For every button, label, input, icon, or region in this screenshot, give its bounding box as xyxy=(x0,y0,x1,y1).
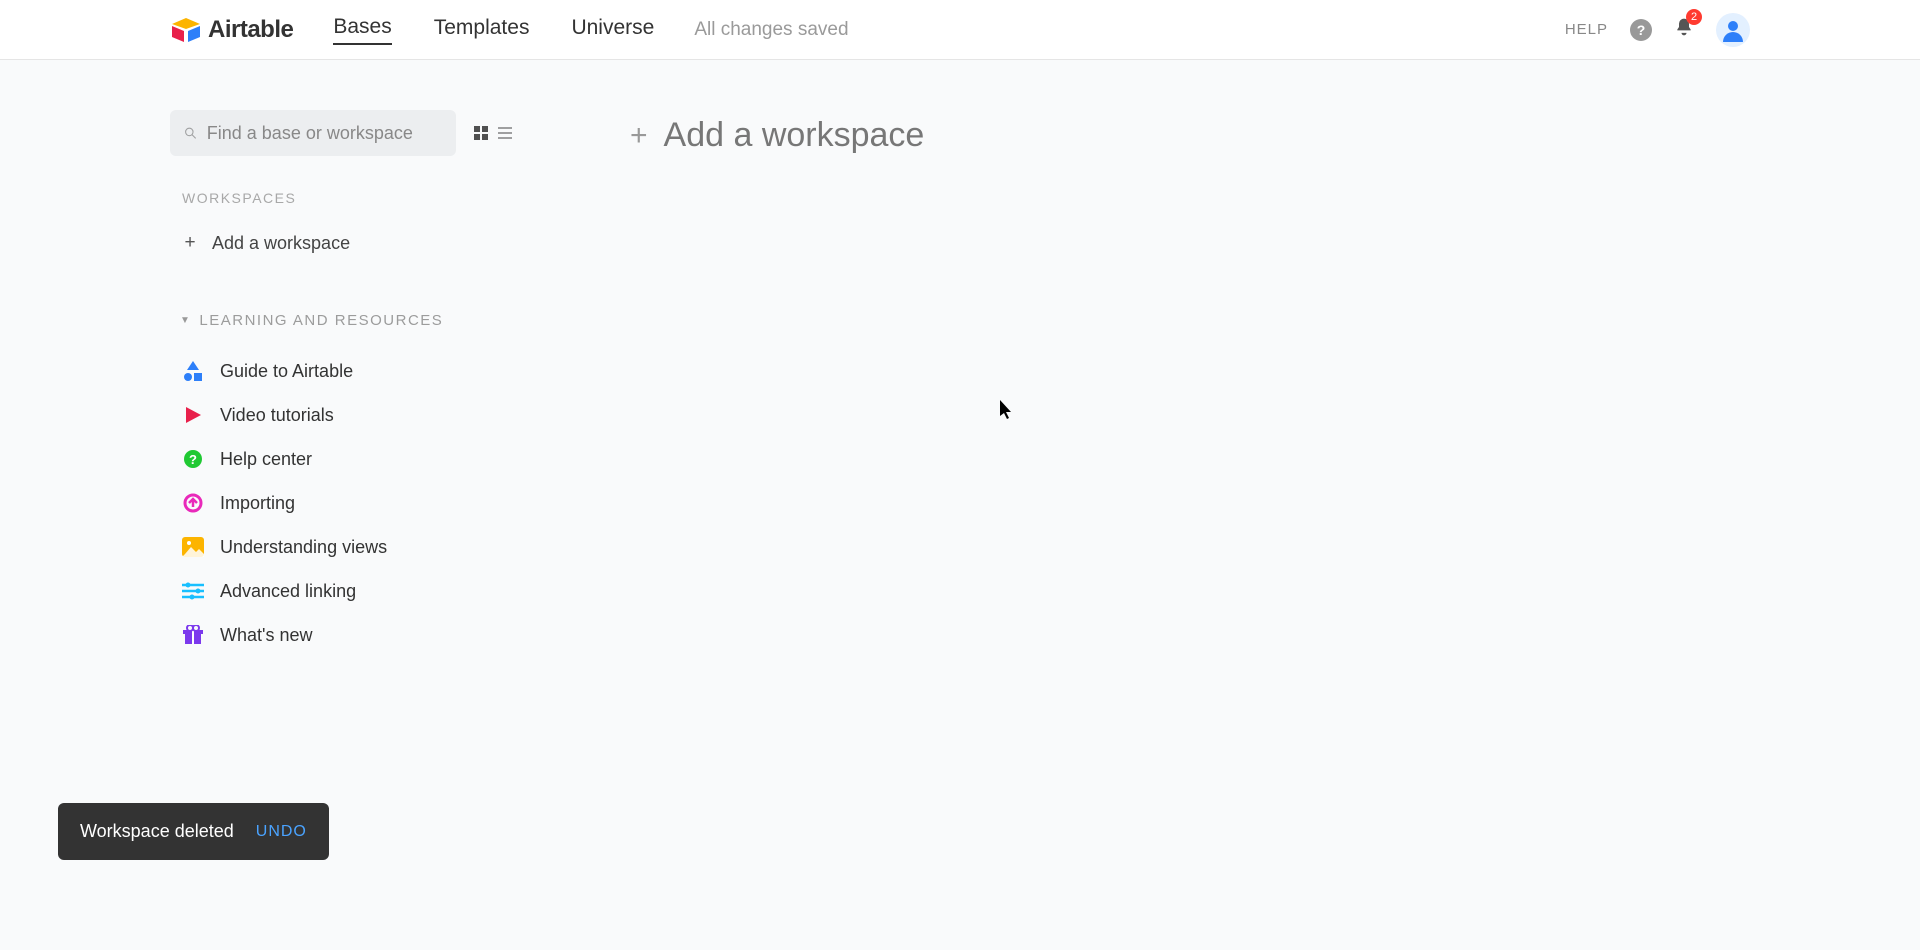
gift-icon xyxy=(182,624,204,646)
play-icon xyxy=(182,404,204,426)
image-icon xyxy=(182,536,204,558)
help-icon[interactable]: ? xyxy=(1630,19,1652,41)
add-workspace-main-label: Add a workspace xyxy=(664,116,925,155)
tab-templates[interactable]: Templates xyxy=(434,16,530,44)
sidebar: WORKSPACES + Add a workspace ▼ LEARNING … xyxy=(170,110,520,657)
main-area: WORKSPACES + Add a workspace ▼ LEARNING … xyxy=(0,60,1920,657)
toast-undo-button[interactable]: UNDO xyxy=(256,823,307,841)
tab-universe[interactable]: Universe xyxy=(571,16,654,44)
resource-label: What's new xyxy=(220,625,312,646)
search-input[interactable] xyxy=(207,123,442,144)
resource-guide[interactable]: Guide to Airtable xyxy=(170,349,520,393)
shapes-icon xyxy=(182,360,204,382)
notifications-button[interactable]: 2 xyxy=(1674,16,1694,43)
search-row xyxy=(170,110,520,156)
brand-name: Airtable xyxy=(208,16,293,44)
plus-icon: + xyxy=(630,119,648,153)
resource-label: Guide to Airtable xyxy=(220,361,353,382)
help-label[interactable]: HELP xyxy=(1565,21,1608,38)
learning-heading-label: LEARNING AND RESOURCES xyxy=(199,312,443,329)
airtable-logo-icon xyxy=(170,16,202,44)
toast-notification: Workspace deleted UNDO xyxy=(58,803,329,860)
content-area: + Add a workspace xyxy=(630,110,1750,657)
svg-text:?: ? xyxy=(189,452,197,467)
view-toggle xyxy=(466,118,520,148)
tab-bases[interactable]: Bases xyxy=(333,15,391,45)
workspaces-heading: WORKSPACES xyxy=(182,190,520,206)
toast-message: Workspace deleted xyxy=(80,821,234,842)
resource-label: Understanding views xyxy=(220,537,387,558)
user-avatar[interactable] xyxy=(1716,13,1750,47)
sliders-icon xyxy=(182,580,204,602)
grid-view-icon[interactable] xyxy=(474,126,488,140)
plus-icon: + xyxy=(182,232,198,254)
upload-circle-icon xyxy=(182,492,204,514)
nav-tabs: Bases Templates Universe xyxy=(333,15,654,45)
resource-label: Advanced linking xyxy=(220,581,356,602)
caret-down-icon: ▼ xyxy=(180,315,191,326)
add-workspace-label: Add a workspace xyxy=(212,233,350,254)
search-icon xyxy=(184,126,197,140)
question-circle-icon: ? xyxy=(182,448,204,470)
resource-label: Importing xyxy=(220,493,295,514)
save-status: All changes saved xyxy=(694,19,848,41)
resource-help-center[interactable]: ? Help center xyxy=(170,437,520,481)
top-nav-bar: Airtable Bases Templates Universe All ch… xyxy=(0,0,1920,60)
resource-linking[interactable]: Advanced linking xyxy=(170,569,520,613)
list-view-icon[interactable] xyxy=(498,126,512,140)
learning-resources-heading[interactable]: ▼ LEARNING AND RESOURCES xyxy=(180,312,520,329)
topbar-right: HELP ? 2 xyxy=(1565,13,1750,47)
resource-video[interactable]: Video tutorials xyxy=(170,393,520,437)
resource-label: Video tutorials xyxy=(220,405,334,426)
resource-views[interactable]: Understanding views xyxy=(170,525,520,569)
brand-logo[interactable]: Airtable xyxy=(170,16,293,44)
add-workspace-sidebar[interactable]: + Add a workspace xyxy=(170,224,520,262)
user-icon xyxy=(1721,18,1745,42)
resource-label: Help center xyxy=(220,449,312,470)
search-box[interactable] xyxy=(170,110,456,156)
add-workspace-button[interactable]: + Add a workspace xyxy=(630,116,1750,155)
notification-badge: 2 xyxy=(1686,9,1702,25)
resource-importing[interactable]: Importing xyxy=(170,481,520,525)
resource-whats-new[interactable]: What's new xyxy=(170,613,520,657)
